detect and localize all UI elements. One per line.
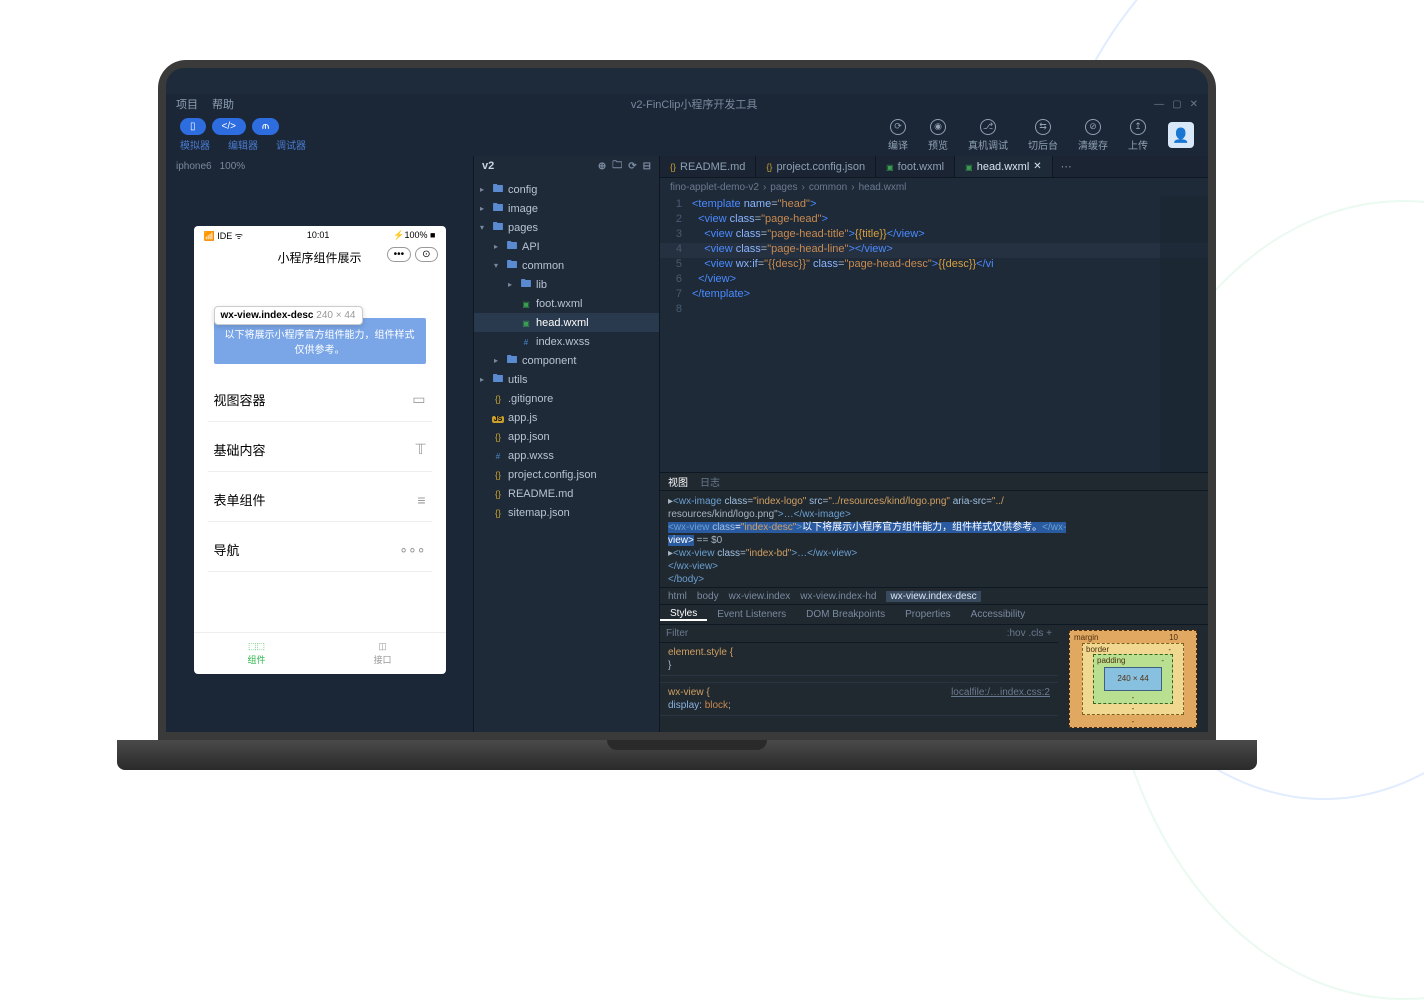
devtools-subtab[interactable]: DOM Breakpoints <box>796 609 895 620</box>
box-model: margin 10 border - padding - <box>1058 625 1208 732</box>
list-item[interactable]: 表单组件≡ <box>208 478 432 522</box>
dom-path-segment[interactable]: body <box>697 591 719 602</box>
capsule-close[interactable]: ⊙ <box>415 247 437 262</box>
file-node[interactable]: {}app.json <box>474 427 659 446</box>
file-node[interactable]: {}README.md <box>474 484 659 503</box>
window-minimize[interactable]: — <box>1154 99 1164 110</box>
dom-path-segment[interactable]: wx-view.index-hd <box>800 591 876 602</box>
hov-toggle[interactable]: :hov <box>1007 628 1026 639</box>
simulator-panel: iphone6 100% 📶 IDE ᯤ 10:01 ⚡100% ■ <box>166 156 474 732</box>
crumb-segment[interactable]: common <box>809 182 847 193</box>
folder-node[interactable]: ▸🖿lib <box>474 275 659 294</box>
list-item[interactable]: 视图容器▭ <box>208 378 432 422</box>
dom-path-segment[interactable]: html <box>668 591 687 602</box>
inspect-tooltip: wx-view.index-desc 240 × 44 <box>214 306 363 325</box>
styles-pane[interactable]: Filter :hov .cls + element.style {}</spa… <box>660 625 1058 732</box>
code-editor[interactable]: 1<template name="head">2 <view class="pa… <box>660 196 1208 472</box>
dom-breadcrumb[interactable]: html body wx-view.index wx-view.index-hd wx-… <box>660 587 1208 605</box>
crumb-segment[interactable]: pages <box>770 182 797 193</box>
editor-tab[interactable]: {}README.md <box>660 156 756 177</box>
toolbar-action-上传[interactable]: ↥上传 <box>1128 119 1148 152</box>
devtools-subtab[interactable]: Styles <box>660 608 707 621</box>
panel-label: 调试器 <box>276 137 306 152</box>
new-folder-icon[interactable]: 🗀 <box>612 158 622 175</box>
file-node[interactable]: {}project.config.json <box>474 465 659 484</box>
menu-help[interactable]: 帮助 <box>212 96 234 112</box>
panel-label: 模拟器 <box>180 137 210 152</box>
file-explorer: v2 ⊕ 🗀 ⟳ ⊟ ▸🖿config▸🖿image▾🖿pages▸🖿API▾🖿… <box>474 156 660 732</box>
phone-navbar: 小程序组件展示 ••• ⊙ <box>194 244 446 270</box>
file-node[interactable]: ▣head.wxml <box>474 313 659 332</box>
file-node[interactable]: #app.wxss <box>474 446 659 465</box>
dom-path-segment[interactable]: wx-view.index <box>729 591 791 602</box>
crumb-segment[interactable]: head.wxml <box>859 182 907 193</box>
new-file-icon[interactable]: ⊕ <box>598 161 606 172</box>
folder-node[interactable]: ▾🖿common <box>474 256 659 275</box>
phone-tab-组件[interactable]: ⬚⬚组件 <box>194 633 320 674</box>
collapse-icon[interactable]: ⊟ <box>643 161 651 172</box>
tree-root[interactable]: v2 <box>482 160 494 172</box>
close-icon[interactable]: ✕ <box>1033 161 1041 172</box>
editor-tab[interactable]: ▣head.wxml✕ <box>955 156 1053 177</box>
editor-tab[interactable]: {}project.config.json <box>756 156 876 177</box>
devtools-tab-console[interactable]: 日志 <box>700 474 720 489</box>
menu-project[interactable]: 项目 <box>176 96 198 112</box>
file-node[interactable]: #index.wxss <box>474 332 659 351</box>
file-node[interactable]: {}sitemap.json <box>474 503 659 522</box>
list-item[interactable]: 导航∘∘∘ <box>208 528 432 572</box>
dom-tree[interactable]: ▸<wx-image class="index-logo" src="../re… <box>660 491 1208 587</box>
menubar: 项目 帮助 v2-FinClip小程序开发工具 — ▢ ✕ <box>166 94 1208 114</box>
folder-node[interactable]: ▸🖿API <box>474 237 659 256</box>
folder-node[interactable]: ▾🖿pages <box>474 218 659 237</box>
refresh-icon[interactable]: ⟳ <box>628 161 636 172</box>
list-item[interactable]: 基础内容𝕋 <box>208 428 432 472</box>
toolbar-action-编译[interactable]: ⟳编译 <box>888 119 908 152</box>
minimap[interactable] <box>1160 196 1208 472</box>
phone-statusbar: 📶 IDE ᯤ 10:01 ⚡100% ■ <box>194 226 446 244</box>
capsule-more[interactable]: ••• <box>387 247 412 262</box>
devtools-tab-elements[interactable]: 视图 <box>668 474 688 489</box>
devtools-panel: 视图 日志 ▸<wx-image class="index-logo" src=… <box>660 472 1208 732</box>
window-maximize[interactable]: ▢ <box>1172 99 1181 110</box>
devtools-subtab[interactable]: Properties <box>895 609 961 620</box>
devtools-subtab[interactable]: Accessibility <box>961 609 1035 620</box>
breadcrumb: fino-applet-demo-v2›pages›common›head.wx… <box>660 178 1208 196</box>
sim-device[interactable]: iphone6 <box>176 161 212 172</box>
file-node[interactable]: ▣foot.wxml <box>474 294 659 313</box>
panel-label: 编辑器 <box>228 137 258 152</box>
toolbar: ▯ </> ⫙ 模拟器 编辑器 调试器 ⟳编译 ◉预览 ⎇真机调试 ⇆切后台 ⊘清缓存 ↥… <box>166 114 1208 156</box>
add-rule-icon[interactable]: + <box>1046 628 1052 639</box>
toolbar-action-真机调试[interactable]: ⎇真机调试 <box>968 119 1008 152</box>
editor-tabs: {}README.md{}project.config.json▣foot.wx… <box>660 156 1208 178</box>
crumb-segment[interactable]: fino-applet-demo-v2 <box>670 182 759 193</box>
avatar[interactable]: 👤 <box>1168 122 1194 148</box>
folder-node[interactable]: ▸🖿config <box>474 180 659 199</box>
panel-debugger-button[interactable]: ⫙ <box>252 118 279 135</box>
sim-zoom[interactable]: 100% <box>220 161 246 172</box>
folder-node[interactable]: ▸🖿component <box>474 351 659 370</box>
window-close[interactable]: ✕ <box>1190 99 1198 110</box>
phone-preview[interactable]: 📶 IDE ᯤ 10:01 ⚡100% ■ 小程序组件展示 ••• ⊙ <box>194 226 446 674</box>
tab-overflow-icon[interactable]: ⋯ <box>1053 156 1080 177</box>
panel-simulator-button[interactable]: ▯ <box>180 118 206 135</box>
file-node[interactable]: {}.gitignore <box>474 389 659 408</box>
laptop-frame: 项目 帮助 v2-FinClip小程序开发工具 — ▢ ✕ ▯ </> <box>158 60 1216 800</box>
devtools-subtab[interactable]: Event Listeners <box>707 609 796 620</box>
folder-node[interactable]: ▸🖿image <box>474 199 659 218</box>
window-title: v2-FinClip小程序开发工具 <box>248 96 1140 112</box>
phone-tab-接口[interactable]: ◫接口 <box>320 633 446 674</box>
styles-filter-input[interactable]: Filter <box>666 628 688 639</box>
toolbar-action-预览[interactable]: ◉预览 <box>928 119 948 152</box>
ide-window: 项目 帮助 v2-FinClip小程序开发工具 — ▢ ✕ ▯ </> <box>166 94 1208 732</box>
dom-path-segment[interactable]: wx-view.index-desc <box>886 591 980 602</box>
cls-toggle[interactable]: .cls <box>1028 628 1043 639</box>
panel-editor-button[interactable]: </> <box>212 118 246 135</box>
editor-tab[interactable]: ▣foot.wxml <box>876 156 955 177</box>
folder-node[interactable]: ▸🖿utils <box>474 370 659 389</box>
file-node[interactable]: JSapp.js <box>474 408 659 427</box>
toolbar-action-清缓存[interactable]: ⊘清缓存 <box>1078 119 1108 152</box>
toolbar-action-切后台[interactable]: ⇆切后台 <box>1028 119 1058 152</box>
